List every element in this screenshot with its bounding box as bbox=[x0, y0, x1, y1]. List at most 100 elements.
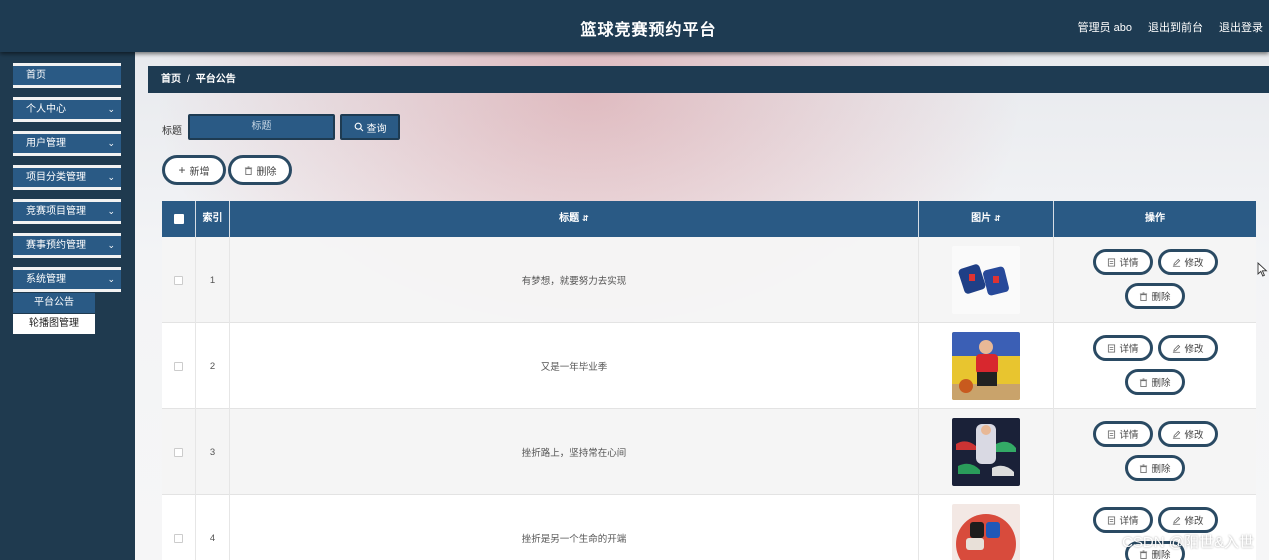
search-label: 标题 bbox=[162, 126, 182, 137]
sidebar-item-label: 用户管理 bbox=[26, 138, 66, 149]
sidebar-item-home[interactable]: 首页 bbox=[13, 63, 121, 88]
header-select-cell bbox=[162, 201, 196, 237]
table-row: 4 挫折是另一个生命的开端 详情 修改 删除 bbox=[162, 495, 1256, 560]
header-title[interactable]: 标题 ⇵ bbox=[230, 201, 919, 237]
logout-link[interactable]: 退出登录 bbox=[1219, 19, 1263, 35]
breadcrumb: 首页 / 平台公告 bbox=[148, 66, 1269, 93]
edit-button[interactable]: 修改 bbox=[1158, 249, 1218, 275]
row-select-cell bbox=[162, 323, 196, 409]
row-thumbnail[interactable] bbox=[952, 246, 1020, 314]
document-icon bbox=[1108, 429, 1116, 439]
edit-icon bbox=[1173, 344, 1181, 353]
trash-icon bbox=[244, 165, 252, 175]
row-image-cell bbox=[919, 323, 1054, 409]
header-image-label: 图片 bbox=[971, 213, 992, 224]
delete-button[interactable]: 删除 bbox=[1125, 455, 1185, 481]
detail-button[interactable]: 详情 bbox=[1093, 249, 1153, 275]
row-actions-cell: 详情 修改删除 bbox=[1054, 409, 1256, 495]
delete-button-label: 删除 bbox=[256, 166, 277, 178]
trash-icon bbox=[1140, 291, 1148, 301]
add-button[interactable]: + 新增 bbox=[162, 155, 226, 185]
table-row: 1 有梦想，就要努力去实现 详情 修改删除 bbox=[162, 237, 1256, 323]
row-image-cell bbox=[919, 237, 1054, 323]
chevron-down-icon: ⌄ bbox=[107, 138, 115, 148]
row-checkbox[interactable] bbox=[174, 361, 183, 371]
detail-button-label: 详情 bbox=[1119, 430, 1139, 441]
mouse-cursor-icon bbox=[1257, 262, 1268, 277]
sidebar-item-booking-management[interactable]: 赛事预约管理 ⌄ bbox=[13, 233, 121, 258]
sidebar-item-label: 系统管理 bbox=[26, 274, 66, 285]
edit-button-label: 修改 bbox=[1184, 516, 1204, 527]
row-thumbnail[interactable] bbox=[952, 332, 1020, 400]
row-checkbox[interactable] bbox=[174, 533, 183, 543]
row-title: 有梦想，就要努力去实现 bbox=[230, 237, 919, 323]
sidebar-subitem-announcements[interactable]: 平台公告 bbox=[13, 293, 95, 313]
edit-icon bbox=[1173, 430, 1181, 439]
sidebar-item-user-management[interactable]: 用户管理 ⌄ bbox=[13, 131, 121, 156]
edit-button[interactable]: 修改 bbox=[1158, 507, 1218, 533]
bulk-delete-button[interactable]: 删除 bbox=[228, 155, 292, 185]
breadcrumb-home[interactable]: 首页 bbox=[161, 74, 181, 85]
back-to-front-link[interactable]: 退出到前台 bbox=[1148, 19, 1203, 35]
row-title: 挫折是另一个生命的开端 bbox=[230, 495, 919, 560]
top-header: 篮球竞赛预约平台 管理员 abo 退出到前台 退出登录 bbox=[0, 0, 1269, 52]
row-select-cell bbox=[162, 409, 196, 495]
edit-button-label: 修改 bbox=[1184, 430, 1204, 441]
plus-icon: + bbox=[178, 163, 186, 177]
edit-icon bbox=[1173, 258, 1181, 267]
sidebar-item-competition-management[interactable]: 竞赛项目管理 ⌄ bbox=[13, 199, 121, 224]
row-actions-cell: 详情 修改删除 bbox=[1054, 323, 1256, 409]
edit-button[interactable]: 修改 bbox=[1158, 335, 1218, 361]
edit-button[interactable]: 修改 bbox=[1158, 421, 1218, 447]
chevron-down-icon: ⌄ bbox=[107, 172, 115, 182]
chevron-down-icon: ⌄ bbox=[107, 240, 115, 250]
row-thumbnail[interactable] bbox=[952, 418, 1020, 486]
sidebar-item-label: 首页 bbox=[26, 70, 46, 81]
header-actions: 操作 bbox=[1145, 213, 1165, 224]
sidebar: 首页 个人中心 ⌄ 用户管理 ⌄ 项目分类管理 ⌄ 竞赛项目管理 ⌄ 赛事预约管… bbox=[0, 52, 135, 560]
row-checkbox[interactable] bbox=[174, 447, 183, 457]
row-image-cell bbox=[919, 409, 1054, 495]
header-links: 管理员 abo 退出到前台 退出登录 bbox=[1078, 19, 1263, 35]
row-thumbnail[interactable] bbox=[952, 504, 1020, 560]
detail-button-label: 详情 bbox=[1119, 344, 1139, 355]
trash-icon bbox=[1140, 463, 1148, 473]
detail-button[interactable]: 详情 bbox=[1093, 335, 1153, 361]
row-actions-cell: 详情 修改删除 bbox=[1054, 237, 1256, 323]
search-button[interactable]: 查询 bbox=[340, 114, 400, 140]
sidebar-item-system-management[interactable]: 系统管理 ⌄ bbox=[13, 267, 121, 292]
edit-button-label: 修改 bbox=[1184, 344, 1204, 355]
header-image[interactable]: 图片 ⇵ bbox=[919, 201, 1054, 237]
sidebar-item-label: 个人中心 bbox=[26, 104, 66, 115]
delete-button-label: 删除 bbox=[1151, 378, 1171, 389]
document-icon bbox=[1108, 515, 1116, 525]
detail-button[interactable]: 详情 bbox=[1093, 421, 1153, 447]
sidebar-subitem-carousel[interactable]: 轮播图管理 bbox=[13, 314, 95, 334]
search-icon bbox=[354, 122, 363, 132]
sidebar-item-label: 赛事预约管理 bbox=[26, 240, 86, 251]
row-index: 1 bbox=[196, 237, 230, 323]
watermark: CSDN @阳世&入世 bbox=[1122, 534, 1254, 551]
row-index: 3 bbox=[196, 409, 230, 495]
row-image-cell bbox=[919, 495, 1054, 560]
select-all-checkbox[interactable] bbox=[173, 214, 184, 224]
chevron-down-icon: ⌄ bbox=[107, 104, 115, 114]
sidebar-item-personal-center[interactable]: 个人中心 ⌄ bbox=[13, 97, 121, 122]
delete-button[interactable]: 删除 bbox=[1125, 369, 1185, 395]
row-title: 又是一年毕业季 bbox=[230, 323, 919, 409]
delete-button[interactable]: 删除 bbox=[1125, 283, 1185, 309]
search-input[interactable]: 标题 bbox=[188, 114, 335, 140]
document-icon bbox=[1108, 257, 1116, 267]
sidebar-item-category-management[interactable]: 项目分类管理 ⌄ bbox=[13, 165, 121, 190]
detail-button[interactable]: 详情 bbox=[1093, 507, 1153, 533]
row-index: 4 bbox=[196, 495, 230, 560]
admin-user-label: 管理员 abo bbox=[1077, 22, 1132, 34]
trash-icon bbox=[1140, 377, 1148, 387]
table-row: 3 挫折路上，坚持常在心间 详情 修改 删除 bbox=[162, 409, 1256, 495]
row-select-cell bbox=[162, 495, 196, 560]
sort-icon: ⇵ bbox=[582, 214, 589, 223]
row-checkbox[interactable] bbox=[174, 275, 183, 285]
delete-button-label: 删除 bbox=[1151, 292, 1171, 303]
table-header: 索引 标题 ⇵ 图片 ⇵ 操作 bbox=[162, 201, 1256, 237]
delete-button-label: 删除 bbox=[1151, 464, 1171, 475]
